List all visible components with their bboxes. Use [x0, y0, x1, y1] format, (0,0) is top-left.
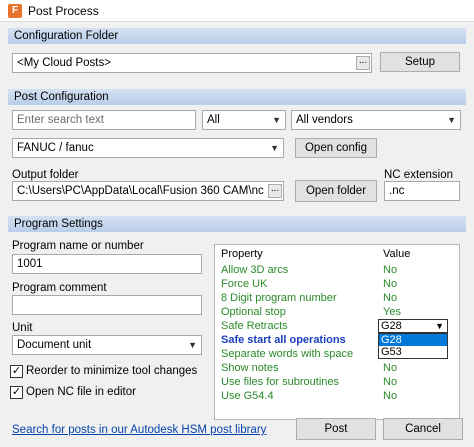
grid-row-property: Force UK [221, 278, 268, 290]
chevron-down-icon: ▼ [270, 143, 279, 153]
grid-header-property: Property [221, 248, 263, 260]
grid-row-property: Allow 3D arcs [221, 264, 289, 276]
grid-row-value: No [383, 362, 398, 374]
grid-row[interactable]: Allow 3D arcs No [215, 263, 459, 277]
chevron-down-icon: ▼ [435, 321, 444, 331]
grid-row[interactable]: Use G54.4 No [215, 389, 459, 403]
safe-retracts-dropdown[interactable]: G28 ▼ [378, 319, 448, 333]
grid-row-value: No [383, 292, 398, 304]
section-configuration-folder: Configuration Folder [8, 28, 466, 44]
reorder-checkbox[interactable]: ✓ [10, 365, 23, 378]
grid-row[interactable]: 8 Digit program number No [215, 291, 459, 305]
chevron-down-icon: ▼ [447, 115, 456, 125]
section-program-settings: Program Settings [8, 216, 466, 232]
vendor-combo[interactable]: All vendors ▼ [291, 110, 461, 130]
unit-combo[interactable]: Document unit ▼ [12, 335, 202, 355]
grid-row-value: No [383, 376, 398, 388]
grid-row[interactable] [215, 403, 459, 417]
chevron-down-icon: ▼ [188, 340, 197, 350]
post-combo-value: FANUC / fanuc [17, 142, 94, 154]
nc-extension-field[interactable]: .nc [384, 181, 460, 201]
safe-retracts-options[interactable]: G28 G53 [378, 333, 448, 359]
unit-combo-value: Document unit [17, 339, 92, 351]
reorder-label: Reorder to minimize tool changes [26, 365, 198, 377]
post-button[interactable]: Post [296, 418, 376, 440]
grid-row-property: Safe start all operations [221, 334, 346, 346]
grid-row[interactable]: Show notes No [215, 361, 459, 375]
filter-combo[interactable]: All ▼ [202, 110, 286, 130]
grid-row[interactable]: Optional stop Yes [215, 305, 459, 319]
grid-header: Property Value [215, 247, 459, 261]
grid-row-value: No [383, 390, 398, 402]
open-folder-button[interactable]: Open folder [295, 180, 377, 202]
vendor-combo-value: All vendors [296, 114, 353, 126]
program-comment-label: Program comment [12, 282, 107, 294]
setup-button[interactable]: Setup [380, 52, 460, 72]
open-config-button[interactable]: Open config [295, 138, 377, 158]
cancel-button[interactable]: Cancel [383, 418, 463, 440]
grid-row-value: Yes [383, 306, 401, 318]
safe-retracts-value: G28 [381, 320, 402, 332]
open-nc-label: Open NC file in editor [26, 386, 136, 398]
dropdown-option-g28[interactable]: G28 [379, 334, 447, 346]
grid-row[interactable]: Force UK No [215, 277, 459, 291]
grid-row-property: Safe Retracts [221, 320, 288, 332]
program-name-field[interactable]: 1001 [12, 254, 202, 274]
program-name-label: Program name or number [12, 240, 144, 252]
nc-extension-label: NC extension [384, 169, 454, 181]
grid-header-value: Value [383, 248, 411, 260]
grid-row-value: No [383, 278, 398, 290]
program-comment-field[interactable] [12, 295, 202, 315]
output-folder-field[interactable]: C:\Users\PC\AppData\Local\Fusion 360 CAM… [12, 181, 284, 201]
unit-label: Unit [12, 322, 33, 334]
grid-row-property: Show notes [221, 362, 279, 374]
grid-row-property: Use files for subroutines [221, 376, 339, 388]
window-title: Post Process [28, 4, 99, 18]
chevron-down-icon: ▼ [272, 115, 281, 125]
section-post-configuration: Post Configuration [8, 89, 466, 105]
output-folder-browse-button[interactable]: ... [268, 184, 282, 198]
open-nc-checkbox[interactable]: ✓ [10, 386, 23, 399]
grid-row-property: 8 Digit program number [221, 292, 337, 304]
app-icon: F [8, 4, 22, 18]
filter-combo-value: All [207, 114, 220, 126]
grid-row-property: Use G54.4 [221, 390, 274, 402]
post-combo[interactable]: FANUC / fanuc ▼ [12, 138, 284, 158]
output-folder-label: Output folder [12, 169, 79, 181]
grid-row-value: No [383, 264, 398, 276]
config-folder-browse-button[interactable]: ... [356, 56, 370, 70]
grid-row-property: Separate words with space [221, 348, 354, 360]
grid-row-property: Optional stop [221, 306, 286, 318]
grid-row[interactable]: Use files for subroutines No [215, 375, 459, 389]
dropdown-option-g53[interactable]: G53 [379, 346, 447, 358]
search-input[interactable]: Enter search text [12, 110, 196, 130]
config-folder-field[interactable]: <My Cloud Posts> [12, 53, 372, 73]
post-library-link[interactable]: Search for posts in our Autodesk HSM pos… [12, 424, 266, 436]
